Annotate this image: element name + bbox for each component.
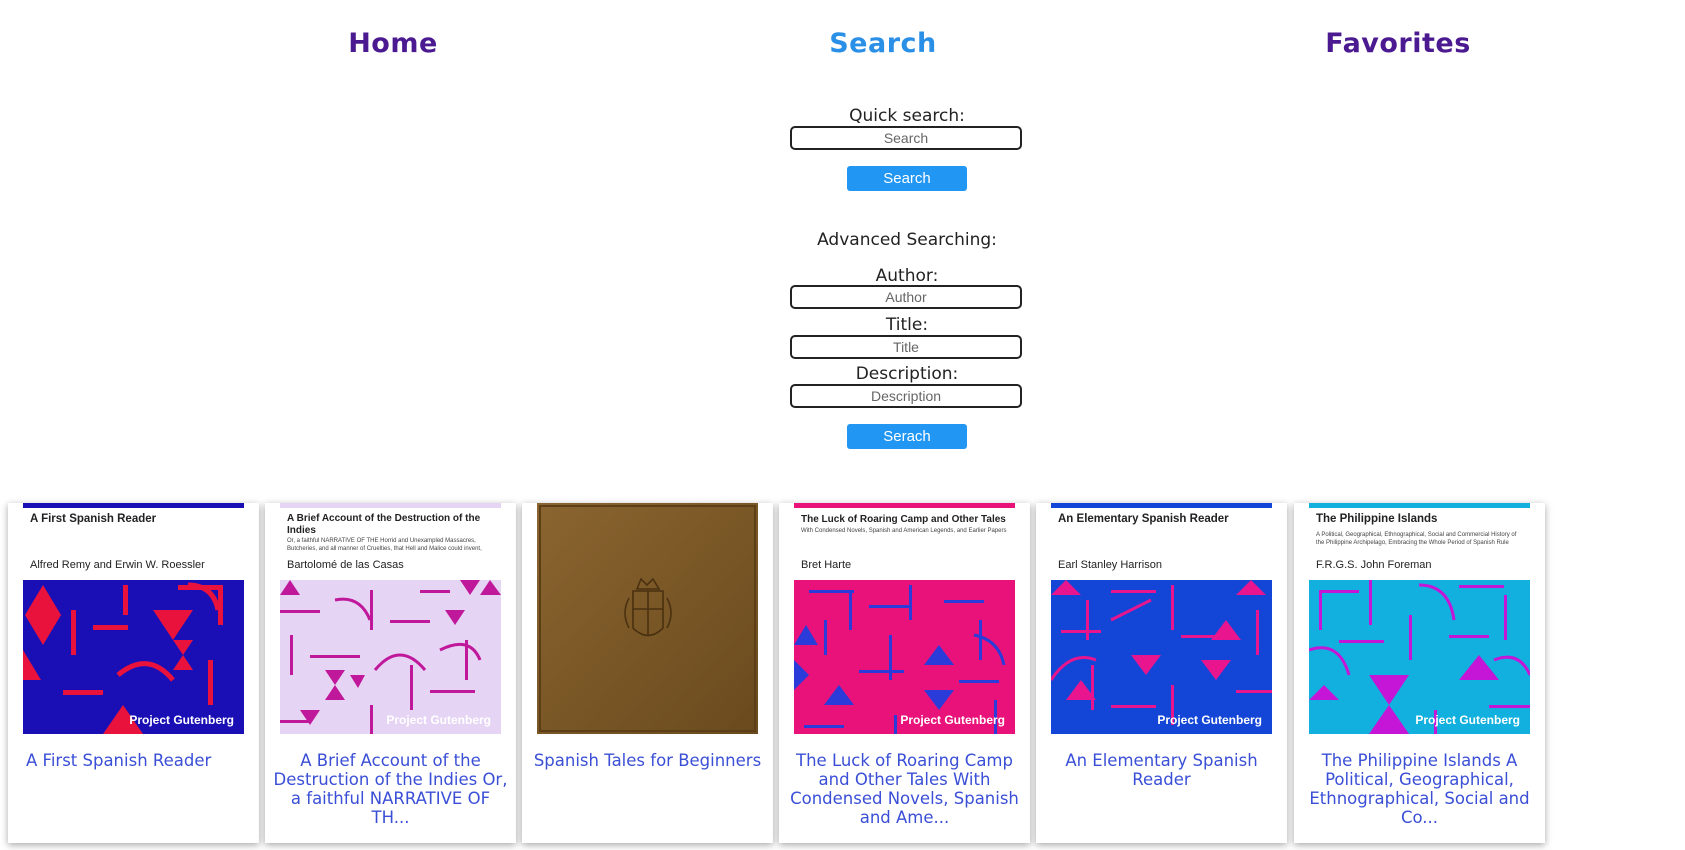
cover-title: The Luck of Roaring Camp and Other Tales xyxy=(801,514,1006,525)
author-label: Author: xyxy=(875,266,939,286)
book-title-link[interactable]: The Philippine Islands A Political, Geog… xyxy=(1302,751,1537,827)
cover-pattern-art xyxy=(280,580,501,734)
cover-publisher: Project Gutenberg xyxy=(1415,713,1520,727)
book-title-link[interactable]: A First Spanish Reader xyxy=(16,751,251,770)
book-cover[interactable]: A Brief Account of the Destruction of th… xyxy=(280,503,501,734)
book-cover[interactable]: The Philippine Islands A Political, Geog… xyxy=(1309,503,1530,734)
cover-pattern-art xyxy=(1051,580,1272,734)
book-grid: A First Spanish Reader Alfred Remy and E… xyxy=(8,503,1678,843)
quick-search-input[interactable] xyxy=(790,126,1022,150)
book-cover[interactable]: A First Spanish Reader Alfred Remy and E… xyxy=(23,503,244,734)
cover-accent-bar xyxy=(1309,503,1530,508)
book-card[interactable]: A Brief Account of the Destruction of th… xyxy=(265,503,516,843)
book-cover[interactable]: An Elementary Spanish Reader Earl Stanle… xyxy=(1051,503,1272,734)
book-title-link[interactable]: The Luck of Roaring Camp and Other Tales… xyxy=(787,751,1022,827)
cover-subtitle: With Condensed Novels, Spanish and Ameri… xyxy=(801,528,1007,534)
cover-accent-bar xyxy=(1051,503,1272,508)
book-card[interactable]: An Elementary Spanish Reader Earl Stanle… xyxy=(1036,503,1287,843)
book-title-link[interactable]: An Elementary Spanish Reader xyxy=(1044,751,1279,789)
quick-search-label: Quick search: xyxy=(849,106,965,126)
cover-author: Bret Harte xyxy=(801,559,852,571)
cover-subtitle: A Political, Geographical, Ethnographica… xyxy=(1316,532,1517,546)
cover-author: Earl Stanley Harrison xyxy=(1058,559,1162,571)
advanced-search-heading: Advanced Searching: xyxy=(817,230,997,250)
title-input[interactable] xyxy=(790,335,1022,359)
book-card[interactable]: Spanish Tales for Beginners xyxy=(522,503,773,843)
cover-author: Bartolomé de las Casas xyxy=(287,559,404,571)
leather-cover-art xyxy=(537,503,758,734)
cover-author: F.R.G.S. John Foreman xyxy=(1316,559,1432,571)
quick-search-button[interactable]: Search xyxy=(847,166,967,191)
description-input[interactable] xyxy=(790,384,1022,408)
cover-title: The Philippine Islands xyxy=(1316,513,1438,525)
book-cover[interactable]: The Luck of Roaring Camp and Other Tales… xyxy=(794,503,1015,734)
nav-home-link[interactable]: Home xyxy=(348,28,438,59)
cover-title: A First Spanish Reader xyxy=(30,513,157,525)
cover-publisher: Project Gutenberg xyxy=(386,713,491,727)
book-cover[interactable] xyxy=(537,503,758,734)
cover-pattern-art xyxy=(23,580,244,734)
cover-accent-bar xyxy=(23,503,244,508)
cover-title: A Brief Account of the Destruction of th… xyxy=(287,513,481,536)
author-input[interactable] xyxy=(790,285,1022,309)
cover-publisher: Project Gutenberg xyxy=(900,713,1005,727)
cover-accent-bar xyxy=(280,503,501,508)
advanced-search-button[interactable]: Serach xyxy=(847,424,967,449)
cover-subtitle: Or, a faithful NARRATIVE OF THE Horrid a… xyxy=(287,538,482,552)
cover-pattern-art xyxy=(1309,580,1530,734)
book-card[interactable]: The Philippine Islands A Political, Geog… xyxy=(1294,503,1545,843)
book-card[interactable]: A First Spanish Reader Alfred Remy and E… xyxy=(8,503,259,843)
book-title-link[interactable]: Spanish Tales for Beginners xyxy=(530,751,765,770)
title-label: Title: xyxy=(885,315,929,335)
cover-title: An Elementary Spanish Reader xyxy=(1058,513,1229,525)
nav-search-link[interactable]: Search xyxy=(829,28,937,59)
description-label: Description: xyxy=(855,364,959,384)
nav-favorites-link[interactable]: Favorites xyxy=(1325,28,1471,59)
cover-pattern-art xyxy=(794,580,1015,734)
cover-publisher: Project Gutenberg xyxy=(1157,713,1262,727)
book-card[interactable]: The Luck of Roaring Camp and Other Tales… xyxy=(779,503,1030,843)
cover-publisher: Project Gutenberg xyxy=(129,713,234,727)
cover-accent-bar xyxy=(794,503,1015,508)
main-nav: Home Search Favorites xyxy=(0,28,1685,72)
cover-author: Alfred Remy and Erwin W. Roessler xyxy=(30,559,205,571)
book-title-link[interactable]: A Brief Account of the Destruction of th… xyxy=(273,751,508,827)
